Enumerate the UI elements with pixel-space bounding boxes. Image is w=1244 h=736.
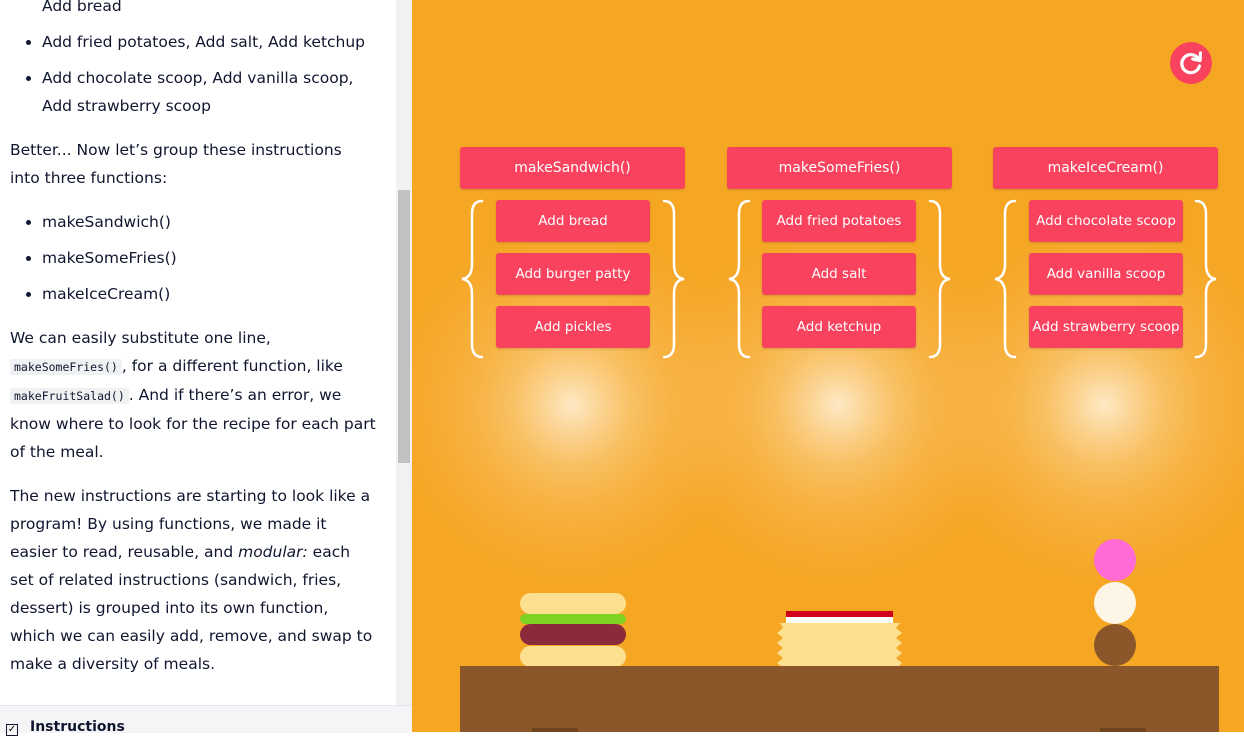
text: , for a different function, like <box>121 357 343 375</box>
left-brace-icon <box>728 199 751 359</box>
list-item: Add bread <box>42 0 122 15</box>
list-item: Add chocolate scoop, Add vanilla scoop, … <box>42 64 376 120</box>
lesson-content: Add bread Add fried potatoes, Add salt, … <box>10 0 376 694</box>
text: We can easily substitute one line, <box>10 329 271 347</box>
step-block[interactable]: Add pickles <box>496 306 650 348</box>
instructions-bar[interactable]: ✓ Instructions <box>0 705 412 736</box>
step-block[interactable]: Add fried potatoes <box>762 200 916 242</box>
list-item: makeSandwich() <box>42 208 376 236</box>
list-item: Add fried potatoes, Add salt, Add ketchu… <box>42 28 376 56</box>
left-brace-icon <box>994 199 1017 359</box>
step-block[interactable]: Add bread <box>496 200 650 242</box>
icecream-illustration <box>1094 539 1136 666</box>
function-makeicecream[interactable]: makeIceCream() <box>993 147 1218 189</box>
step-block[interactable]: Add strawberry scoop <box>1029 306 1183 348</box>
step-block[interactable]: Add vanilla scoop <box>1029 253 1183 295</box>
reset-button[interactable] <box>1170 42 1212 84</box>
checkbox-icon[interactable]: ✓ <box>6 724 18 736</box>
lesson-panel: Add bread Add fried potatoes, Add salt, … <box>0 0 396 705</box>
refresh-icon <box>1180 51 1203 75</box>
list-item: makeSomeFries() <box>42 244 376 272</box>
table-leg <box>532 728 578 732</box>
scrollbar-thumb[interactable] <box>398 190 410 463</box>
paragraph: Better... Now let’s group these instruct… <box>10 141 342 187</box>
emphasis: modular: <box>238 543 308 561</box>
inline-code: makeSomeFries() <box>10 359 122 375</box>
function-makesomefries[interactable]: makeSomeFries() <box>727 147 952 189</box>
right-brace-icon <box>662 199 685 359</box>
step-block[interactable]: Add chocolate scoop <box>1029 200 1183 242</box>
right-brace-icon <box>928 199 951 359</box>
meal-stage: makeSandwich() Add bread Add burger patt… <box>412 0 1244 732</box>
left-brace-icon <box>461 199 484 359</box>
fries-illustration <box>777 611 902 667</box>
paragraph: We can easily substitute one line, makeS… <box>10 324 376 466</box>
step-block[interactable]: Add ketchup <box>762 306 916 348</box>
table-top <box>460 666 1219 732</box>
burger-illustration <box>520 593 626 667</box>
list-item: makeIceCream() <box>42 280 376 308</box>
function-list: makeSandwich() makeSomeFries() makeIceCr… <box>10 208 376 308</box>
step-block[interactable]: Add burger patty <box>496 253 650 295</box>
paragraph: The new instructions are starting to loo… <box>10 482 376 678</box>
inline-code: makeFruitSalad() <box>10 388 129 404</box>
step-block[interactable]: Add salt <box>762 253 916 295</box>
recipe-list: Add bread Add fried potatoes, Add salt, … <box>10 0 376 120</box>
text: each set of related instructions (sandwi… <box>10 543 373 673</box>
table-leg <box>1100 728 1146 732</box>
function-makesandwich[interactable]: makeSandwich() <box>460 147 685 189</box>
instructions-label: Instructions <box>30 719 125 735</box>
right-brace-icon <box>1194 199 1217 359</box>
